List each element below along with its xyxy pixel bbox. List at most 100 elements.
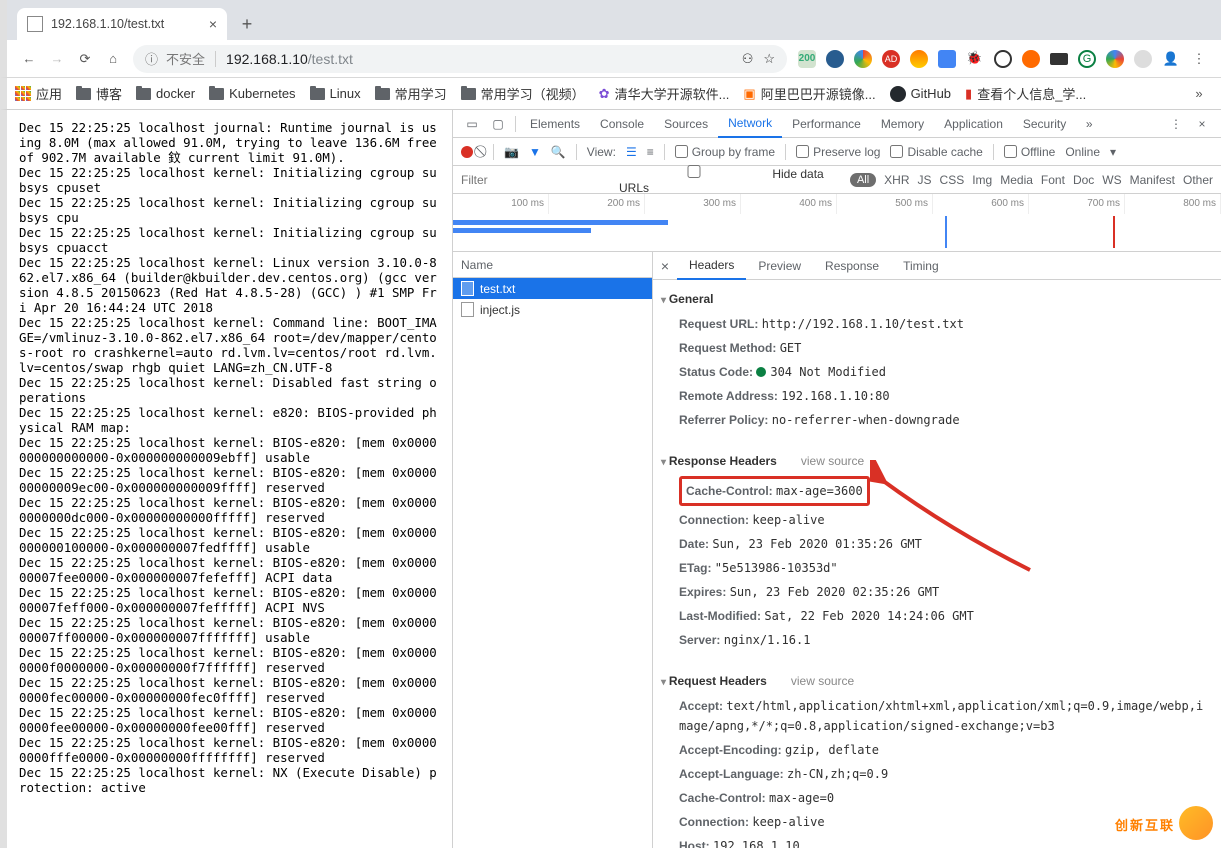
- star-icon[interactable]: ☆: [763, 51, 775, 67]
- ext-icon[interactable]: AD: [878, 46, 904, 72]
- inspect-icon[interactable]: ▭: [459, 117, 485, 131]
- devtools-menu-icon[interactable]: ⋮: [1163, 117, 1189, 131]
- bookmark-folder[interactable]: 博客: [76, 84, 122, 103]
- view-source-link[interactable]: view source: [791, 674, 854, 688]
- request-list: Name test.txt inject.js: [453, 252, 653, 848]
- url-bar: ← → ⟳ ⌂ ⓘ 不安全 192.168.1.10/test.txt ⚇ ☆ …: [0, 40, 1221, 78]
- disable-cache[interactable]: Disable cache: [890, 145, 982, 159]
- search-icon[interactable]: 🔍: [551, 145, 566, 159]
- omnibox[interactable]: ⓘ 不安全 192.168.1.10/test.txt ⚇ ☆: [133, 45, 787, 73]
- filter-icon[interactable]: ▼: [529, 145, 541, 159]
- reload-button[interactable]: ⟳: [71, 45, 99, 73]
- request-row[interactable]: test.txt: [453, 278, 652, 299]
- page-content: Dec 15 22:25:25 localhost journal: Runti…: [7, 110, 452, 848]
- bookmark-link[interactable]: ✿清华大学开源软件...: [599, 84, 730, 103]
- forward-button[interactable]: →: [43, 45, 71, 73]
- filter-type[interactable]: CSS: [940, 173, 965, 187]
- profile-button[interactable]: 👤: [1157, 45, 1185, 73]
- ext-icon[interactable]: [990, 46, 1016, 72]
- bookmark-link[interactable]: ▮查看个人信息_学...: [965, 84, 1086, 103]
- request-row[interactable]: inject.js: [453, 299, 652, 320]
- status-dot-icon: [756, 367, 766, 377]
- apps-button[interactable]: 应用: [15, 84, 62, 103]
- filter-type[interactable]: Manifest: [1130, 173, 1175, 187]
- close-icon[interactable]: ×: [209, 16, 217, 32]
- device-icon[interactable]: ▢: [485, 117, 511, 131]
- timeline[interactable]: 100 ms200 ms300 ms400 ms 500 ms600 ms700…: [453, 194, 1221, 252]
- ext-icon[interactable]: [1018, 46, 1044, 72]
- tab-timing[interactable]: Timing: [891, 252, 951, 280]
- filter-type[interactable]: WS: [1102, 173, 1121, 187]
- section-header[interactable]: Request Headersview source: [661, 674, 1207, 688]
- filter-type[interactable]: Img: [972, 173, 992, 187]
- ext-icon[interactable]: [934, 46, 960, 72]
- tab-strip: 192.168.1.10/test.txt × +: [0, 0, 1221, 40]
- bookmark-folder[interactable]: Linux: [310, 86, 361, 101]
- file-icon: [27, 16, 43, 32]
- tab-network[interactable]: Network: [718, 110, 782, 138]
- ext-icon[interactable]: [1130, 46, 1156, 72]
- hide-data-urls[interactable]: Hide data URLs: [619, 165, 842, 195]
- detail-tabs: × Headers Preview Response Timing: [653, 252, 1221, 280]
- back-button[interactable]: ←: [15, 45, 43, 73]
- record-icon[interactable]: [461, 146, 473, 158]
- ext-icon[interactable]: 🐞: [962, 46, 988, 72]
- ext-icon[interactable]: [850, 46, 876, 72]
- group-by-frame[interactable]: Group by frame: [675, 145, 775, 159]
- filter-input[interactable]: [461, 173, 611, 187]
- close-icon[interactable]: ×: [653, 258, 677, 274]
- preserve-log[interactable]: Preserve log: [796, 145, 880, 159]
- column-header[interactable]: Name: [453, 252, 652, 278]
- general-section: General Request URL: http://192.168.1.10…: [653, 280, 1221, 442]
- browser-tab[interactable]: 192.168.1.10/test.txt ×: [17, 8, 227, 40]
- tab-sources[interactable]: Sources: [654, 110, 718, 138]
- tab-console[interactable]: Console: [590, 110, 654, 138]
- view-source-link[interactable]: view source: [801, 454, 864, 468]
- filter-type[interactable]: JS: [918, 173, 932, 187]
- bookmark-link[interactable]: GitHub: [890, 86, 951, 102]
- bookmark-folder[interactable]: docker: [136, 86, 195, 101]
- filter-type[interactable]: Font: [1041, 173, 1065, 187]
- home-button[interactable]: ⌂: [99, 45, 127, 73]
- filter-type[interactable]: Other: [1183, 173, 1213, 187]
- bookmarks-bar: 应用 博客 docker Kubernetes Linux 常用学习 常用学习（…: [0, 78, 1221, 110]
- section-header[interactable]: General: [661, 292, 1207, 306]
- ext-icon[interactable]: [822, 46, 848, 72]
- ext-badge[interactable]: 200: [794, 46, 820, 72]
- translate-icon[interactable]: ⚇: [742, 51, 754, 67]
- tab-elements[interactable]: Elements: [520, 110, 590, 138]
- view-list-icon[interactable]: ☰: [626, 145, 637, 159]
- filter-type[interactable]: Doc: [1073, 173, 1094, 187]
- more-tabs-icon[interactable]: »: [1076, 117, 1102, 131]
- devtools-close-icon[interactable]: ×: [1189, 117, 1215, 131]
- ext-icon[interactable]: [1046, 46, 1072, 72]
- menu-button[interactable]: ⋮: [1185, 45, 1213, 73]
- ext-icon[interactable]: [906, 46, 932, 72]
- camera-icon[interactable]: 📷: [504, 145, 519, 159]
- tab-application[interactable]: Application: [934, 110, 1013, 138]
- insecure-label: 不安全: [166, 49, 205, 68]
- tab-headers[interactable]: Headers: [677, 252, 746, 280]
- bookmark-folder[interactable]: 常用学习（视频）: [461, 84, 585, 103]
- bookmark-folder[interactable]: 常用学习: [375, 84, 447, 103]
- watermark-text: 创新互联: [1115, 815, 1175, 834]
- throttle-select[interactable]: Online: [1065, 145, 1100, 159]
- new-tab-button[interactable]: +: [233, 10, 261, 38]
- tab-response[interactable]: Response: [813, 252, 891, 280]
- ext-icon[interactable]: [1102, 46, 1128, 72]
- filter-type[interactable]: XHR: [884, 173, 909, 187]
- ext-icon[interactable]: G: [1074, 46, 1100, 72]
- bookmarks-overflow[interactable]: »: [1185, 80, 1213, 108]
- offline[interactable]: Offline: [1004, 145, 1055, 159]
- filter-type[interactable]: Media: [1000, 173, 1033, 187]
- tab-preview[interactable]: Preview: [746, 252, 813, 280]
- filter-all[interactable]: All: [850, 173, 876, 187]
- bookmark-folder[interactable]: Kubernetes: [209, 86, 296, 101]
- tab-memory[interactable]: Memory: [871, 110, 934, 138]
- view-waterfall-icon[interactable]: ≡: [647, 145, 654, 159]
- bookmark-link[interactable]: ▣阿里巴巴开源镜像...: [743, 84, 875, 103]
- dropdown-icon[interactable]: ▾: [1110, 145, 1116, 159]
- devtools-tabbar: ▭ ▢ Elements Console Sources Network Per…: [453, 110, 1221, 138]
- tab-security[interactable]: Security: [1013, 110, 1076, 138]
- tab-performance[interactable]: Performance: [782, 110, 871, 138]
